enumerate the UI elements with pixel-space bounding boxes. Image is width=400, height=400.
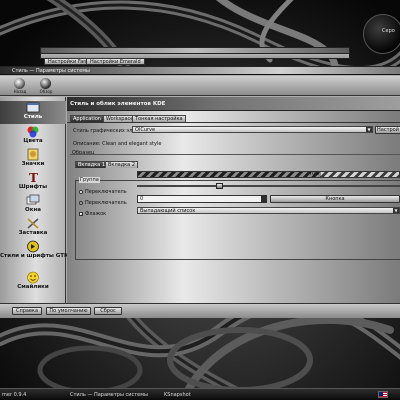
sidebar-item-label: Смайлики [17,284,49,290]
back-arrow-icon [14,78,25,89]
splash-icon [27,218,39,229]
overview-icon [40,78,51,89]
system-settings-window: Стиль — Параметры системы Назад Обзор Ст… [0,66,400,318]
checkbox[interactable]: ✓ [79,212,83,217]
slider[interactable] [137,183,400,189]
sidebar-item-smileys[interactable]: Смайлики [0,271,66,293]
sidebar-item-label: Окна [25,207,41,213]
overview-button[interactable]: Обзор [34,77,58,95]
content-panel: Стиль и облик элементов KDE Application … [67,97,400,303]
clock-widget[interactable] [363,14,400,54]
back-button-label: Назад [13,89,27,94]
sidebar-item-windows[interactable]: Окна [0,194,66,216]
sidebar-item-label: Шрифты [18,184,48,190]
spinbox[interactable]: 0 [137,195,267,203]
sidebar-item-colors[interactable]: Цвета [0,125,66,147]
preview-tab-1[interactable]: Вкладка 1 [75,161,109,168]
sidebar-item-fonts[interactable]: T Шрифты [0,171,66,193]
sidebar-item-style[interactable]: Стиль [0,101,66,124]
checkbox-label: Флажок [85,211,107,217]
sidebar-item-label: Значки [21,161,45,167]
sidebar-item-label: Стиль [23,114,43,120]
group-label: Группа [79,177,100,183]
sidebar-item-splash[interactable]: Заставка [0,217,66,239]
sidebar-item-icons[interactable]: Значки [0,148,66,170]
chevron-down-icon: ▼ [393,208,399,213]
gtk-icon [27,240,39,253]
sample-combobox-value: Выпадающий список [140,208,196,214]
tab-fine-tuning[interactable]: Тонкая настройка [132,115,186,122]
content-header: Стиль и облик элементов KDE [67,97,400,111]
smiley-icon [27,271,39,284]
icons-icon [27,148,39,161]
keyboard-layout-flag-icon[interactable] [378,391,388,398]
radio-button-1-label: Переключатель [85,189,127,195]
sidebar-item-gtk[interactable]: Стили и шрифты GTK [0,240,69,269]
progress-bar: 70% [137,171,400,178]
help-button[interactable]: Справка [12,307,42,315]
sample-combobox[interactable]: Выпадающий список ▼ [137,207,400,214]
taskbar-item-settings[interactable]: Стиль — Параметры системы [70,391,148,399]
colors-icon [27,126,39,138]
dialog-button-bar: Справка По умолчанию Сброс [0,303,400,318]
style-combobox[interactable]: OlCurve ▼ [132,126,373,133]
radio-button-2[interactable] [79,201,83,205]
configure-button[interactable]: Настрой [375,126,400,134]
taskbar-item-ksnapshot[interactable]: KSnapshot [164,391,191,399]
back-button[interactable]: Назад [8,77,32,95]
taskbar-item-emerald[interactable]: mer 0.9.4 [2,391,26,399]
sidebar: Стиль Цвета Значки T Шрифты Окна Заставк… [0,97,69,303]
content-heading: Стиль и облик элементов KDE [70,101,166,107]
progress-bar-text: 70% [308,172,319,177]
background-tab-emerald[interactable]: Настройки Emerald [86,58,145,65]
spinbox-arrows[interactable] [261,195,267,203]
sidebar-item-label: Стили и шрифты GTK [0,253,69,259]
taskbar: mer 0.9.4 Стиль — Параметры системы KSna… [0,388,400,400]
background-window-titlebar[interactable] [41,48,349,54]
toolbar: Назад Обзор [0,76,400,96]
style-icon [26,102,40,113]
sample-button[interactable]: Кнопка [270,195,400,203]
description-label: Описание: Clean and elegant style [73,141,162,147]
clock-label: Серо [382,28,395,34]
fonts-icon: T [29,171,38,184]
preview-tab-2[interactable]: Вкладка 2 [105,161,139,168]
window-title: Стиль — Параметры системы [12,68,90,74]
windows-icon [26,194,40,205]
tabs-divider [67,122,400,123]
reset-button[interactable]: Сброс [94,307,122,315]
chevron-down-icon: ▼ [366,127,372,132]
slider-handle[interactable] [215,183,223,189]
defaults-button[interactable]: По умолчанию [46,307,91,315]
radio-button-1[interactable] [79,190,83,194]
window-titlebar[interactable]: Стиль — Параметры системы [0,67,400,75]
spinbox-value: 0 [140,196,144,202]
sidebar-item-label: Цвета [23,138,43,144]
tab-application[interactable]: Application [70,115,104,122]
sidebar-item-label: Заставка [18,230,48,236]
radio-button-2-label: Переключатель [85,200,127,206]
svg-text:T: T [29,171,38,184]
style-combobox-value: OlCurve [135,127,156,133]
overview-button-label: Обзор [39,89,53,94]
